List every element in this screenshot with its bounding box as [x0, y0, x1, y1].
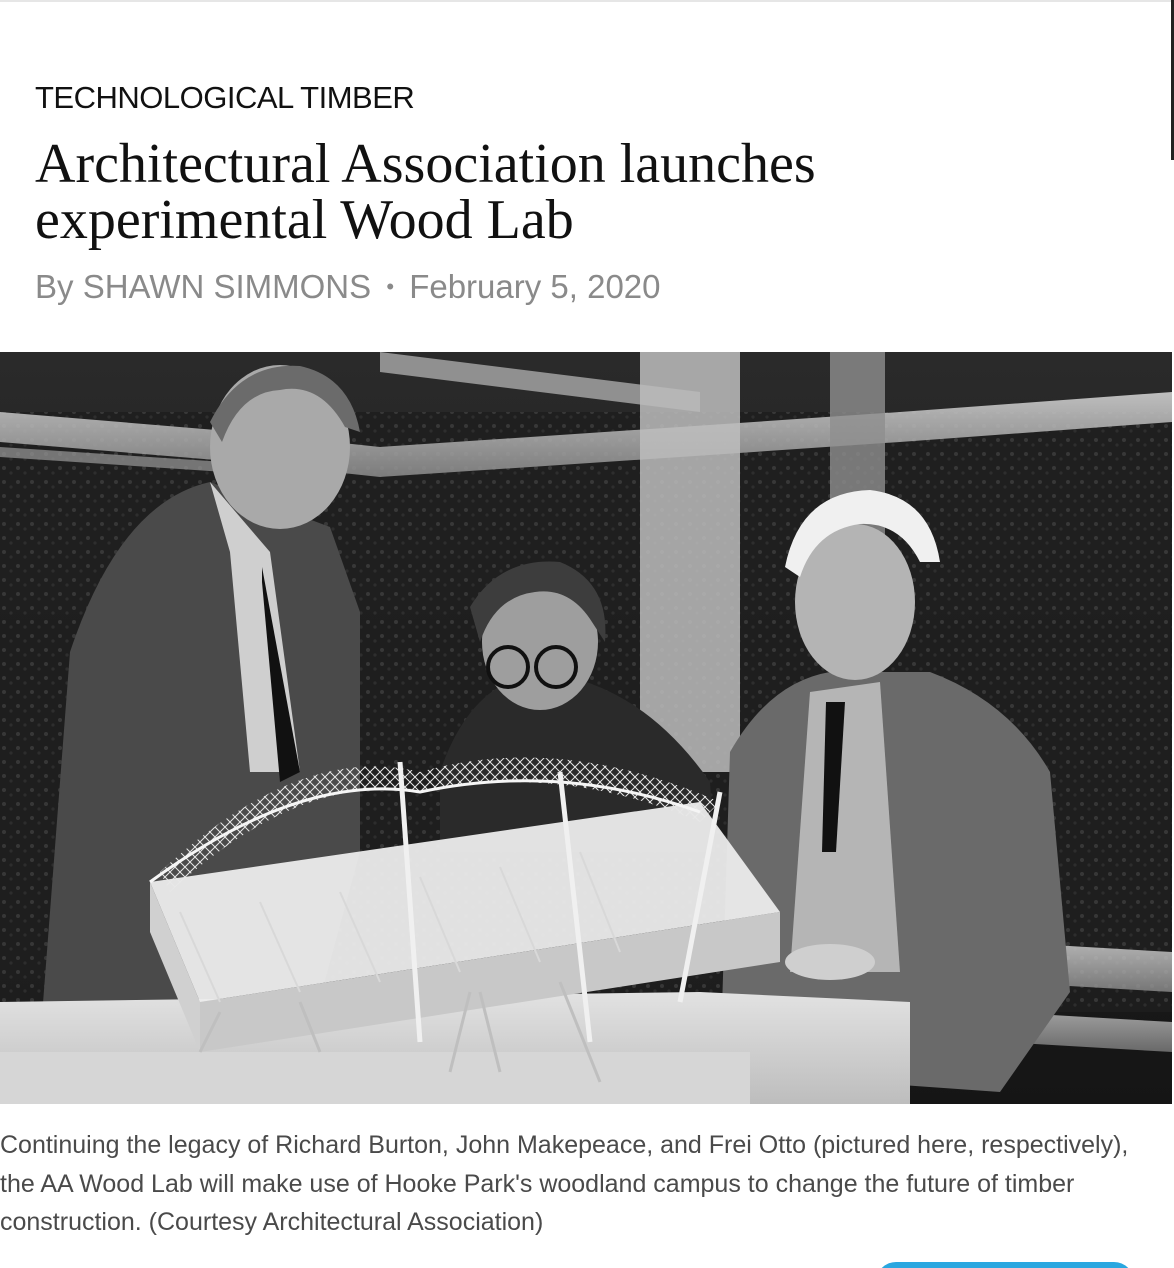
article-kicker[interactable]: TECHNOLOGICAL TIMBER	[35, 80, 415, 116]
subscribe-button[interactable]	[876, 1262, 1134, 1268]
top-border	[0, 0, 1174, 2]
byline-author[interactable]: SHAWN SIMMONS	[83, 268, 371, 305]
byline-date: February 5, 2020	[409, 268, 661, 305]
photo-caption: Continuing the legacy of Richard Burton,…	[0, 1131, 1129, 1236]
article-photo[interactable]	[0, 352, 1172, 1104]
byline-separator: •	[386, 274, 395, 299]
article-byline: By SHAWN SIMMONS • February 5, 2020	[35, 268, 661, 306]
article-headline: Architectural Association launches exper…	[35, 133, 816, 251]
photo-illustration	[0, 352, 1172, 1104]
byline-prefix: By	[35, 268, 74, 305]
